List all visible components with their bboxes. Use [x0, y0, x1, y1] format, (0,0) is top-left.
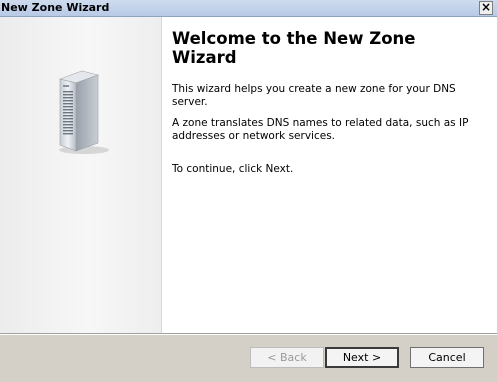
cancel-button[interactable]: Cancel [410, 347, 484, 368]
wizard-body: Welcome to the New Zone Wizard This wiza… [0, 17, 497, 334]
title-bar: New Zone Wizard × [0, 0, 497, 17]
window-title: New Zone Wizard [1, 1, 110, 14]
next-button[interactable]: Next > [325, 347, 399, 368]
button-bar: < Back Next > Cancel [0, 334, 497, 382]
close-button[interactable]: × [479, 1, 493, 15]
side-banner [0, 17, 162, 333]
wizard-content: Welcome to the New Zone Wizard This wiza… [172, 29, 487, 184]
intro-text: This wizard helps you create a new zone … [172, 83, 456, 108]
zone-description-text: A zone translates DNS names to related d… [172, 117, 469, 142]
back-button[interactable]: < Back [250, 347, 324, 368]
close-icon: × [480, 0, 492, 14]
wizard-window: New Zone Wizard × Welcome to the New Zon… [0, 0, 497, 382]
continue-instruction-text: To continue, click Next. [172, 163, 294, 175]
page-title: Welcome to the New Zone Wizard [172, 29, 416, 67]
server-icon [50, 67, 110, 157]
